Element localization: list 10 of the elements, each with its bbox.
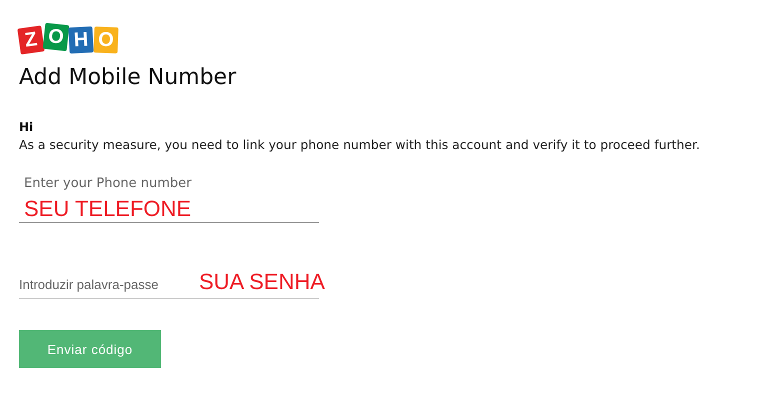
logo-letter-tile: O <box>42 22 70 52</box>
logo-letter-tile: H <box>68 26 94 54</box>
page-title: Add Mobile Number <box>19 65 236 90</box>
field-label: Enter your Phone number <box>23 176 193 191</box>
logo-letter-tile: Z <box>17 25 45 55</box>
send-code-button[interactable]: Enviar código <box>19 330 161 368</box>
annotation-text: SUA SENHA <box>199 269 325 295</box>
message-text: As a security measure, you need to link your phone number with this account and verify it to proceed further. <box>19 137 700 152</box>
greeting-text: Hi <box>19 120 34 134</box>
logo-letter-tile: O <box>94 26 118 54</box>
